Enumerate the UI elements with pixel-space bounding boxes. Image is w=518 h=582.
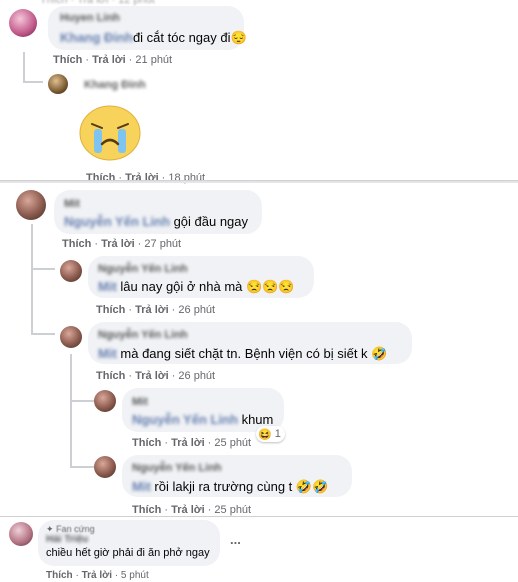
rofl-emoji: 🤣 — [371, 346, 388, 361]
comment-actions: Thích · Trả lời · 5 phút — [46, 570, 149, 581]
comment-body: mà đang siết chặt tn. Bệnh viện có bị si… — [120, 346, 368, 361]
pensive-emoji: 😔 — [230, 30, 247, 45]
comment-text: Khang Đinhđi cắt tóc ngay đi😔 — [60, 30, 247, 46]
fan-badge-label: Fan cứng — [56, 524, 95, 534]
comment-author[interactable]: Mit — [132, 396, 148, 408]
avatar[interactable] — [94, 456, 116, 478]
comment-actions: Thích · Trả lời · 25 phút — [132, 437, 252, 449]
reply-button[interactable]: Trả lời — [171, 437, 205, 449]
comment-author[interactable]: Nguyễn Yến Linh — [132, 462, 222, 474]
thread-line-elbow — [70, 400, 94, 402]
unamused-emoji: 😒😒😒 — [246, 279, 295, 294]
comment-actions: Thích · Trả lời · 26 phút — [96, 304, 216, 316]
timestamp: 26 phút — [178, 304, 216, 316]
comment-text: Mit lâu nay gội ở nhà mà 😒😒😒 — [98, 279, 295, 295]
mention-link[interactable]: Mit — [98, 279, 117, 294]
comment-body: rồi lakji ra trường cùng t — [154, 479, 293, 494]
comment-author[interactable]: Nguyễn Yến Linh — [98, 263, 188, 275]
comment-actions: Thích · Trả lời · 25 phút — [132, 504, 252, 516]
comment-text: Nguyễn Yến Linh khum — [132, 412, 273, 427]
avatar[interactable] — [60, 260, 82, 282]
reply-button[interactable]: Trả lời — [135, 370, 169, 382]
thread-line — [31, 224, 33, 334]
comment-author[interactable]: Hải Triệu — [46, 534, 88, 545]
reply-button[interactable]: Trả lời — [92, 54, 126, 66]
comment-body: khum — [241, 412, 274, 427]
laughing-reaction-icon: 😆 — [258, 428, 272, 441]
comment-actions: Thích · Trả lời · 26 phút — [96, 370, 216, 382]
comment-text: Nguyễn Yến Linh gội đầu ngay — [64, 214, 248, 229]
comment-body: chiều hết giờ phải đi ăn phở ngay — [46, 547, 210, 559]
like-button[interactable]: Thích — [53, 54, 82, 66]
timestamp: 25 phút — [214, 504, 252, 516]
comment-body: đi cắt tóc ngay đi — [132, 30, 231, 45]
timestamp: 27 phút — [144, 238, 182, 250]
reaction-count: 1 — [274, 428, 281, 440]
like-button[interactable]: Thích — [96, 370, 125, 382]
mention-link[interactable]: Nguyễn Yến Linh — [132, 412, 238, 427]
comment-actions: Thích · Trả lời · 21 phút — [53, 54, 173, 66]
avatar[interactable] — [9, 522, 33, 546]
reaction-badge[interactable]: 😆 1 — [256, 426, 285, 442]
reply-button[interactable]: Trả lời — [171, 504, 205, 516]
reply-button[interactable]: Trả lời — [101, 238, 135, 250]
reply-button[interactable]: Trả lời — [135, 304, 169, 316]
comment-text: Mit rồi lakji ra trường cùng t 🤣🤣 — [132, 479, 328, 495]
timestamp: 5 phút — [120, 570, 149, 581]
thread-line-elbow — [70, 466, 94, 468]
thread-line-elbow — [23, 81, 43, 83]
comment-actions: Thích · Trả lời · 27 phút — [62, 238, 182, 250]
screenshot-separator-edge — [0, 182, 518, 183]
thread-line-elbow — [31, 333, 55, 335]
comment-author[interactable]: Huyen Linh — [60, 12, 120, 24]
timestamp: 21 phút — [135, 54, 173, 66]
thread-line-elbow — [31, 268, 55, 270]
comment-body: lâu nay gội ở nhà mà — [120, 279, 243, 294]
avatar[interactable] — [9, 9, 37, 37]
thread-line — [23, 52, 25, 82]
like-button[interactable]: Thích — [46, 570, 73, 581]
like-button[interactable]: Thích — [62, 238, 91, 250]
comment-author[interactable]: Nguyễn Yến Linh — [98, 329, 188, 341]
timestamp: 26 phút — [178, 370, 216, 382]
avatar[interactable] — [60, 326, 82, 348]
fan-badge-icon: ✦ — [46, 524, 54, 534]
screenshot-separator — [0, 516, 518, 517]
mention-link[interactable]: Mit — [98, 346, 117, 361]
comment-author[interactable]: Khang Đinh — [84, 79, 146, 91]
crying-face-sticker — [78, 104, 142, 162]
avatar[interactable] — [48, 74, 68, 94]
comment-body: gội đầu ngay — [173, 214, 249, 229]
like-button[interactable]: Thích — [132, 504, 161, 516]
like-button[interactable]: Thích — [96, 304, 125, 316]
timestamp: 25 phút — [214, 437, 252, 449]
reply-button[interactable]: Trả lời — [82, 570, 112, 581]
comment-text: Mit mà đang siết chặt tn. Bệnh viện có b… — [98, 346, 387, 362]
avatar[interactable] — [16, 190, 46, 220]
thread-line — [70, 354, 72, 466]
more-options-button[interactable]: ... — [230, 532, 241, 547]
rofl-emoji: 🤣🤣 — [295, 479, 329, 494]
comment-author[interactable]: Mit — [64, 198, 80, 210]
avatar[interactable] — [94, 390, 116, 412]
like-button[interactable]: Thích — [132, 437, 161, 449]
mention-link[interactable]: Nguyễn Yến Linh — [64, 214, 170, 229]
mention-link[interactable]: Khang Đinh — [60, 30, 133, 45]
mention-link[interactable]: Mit — [132, 479, 151, 494]
